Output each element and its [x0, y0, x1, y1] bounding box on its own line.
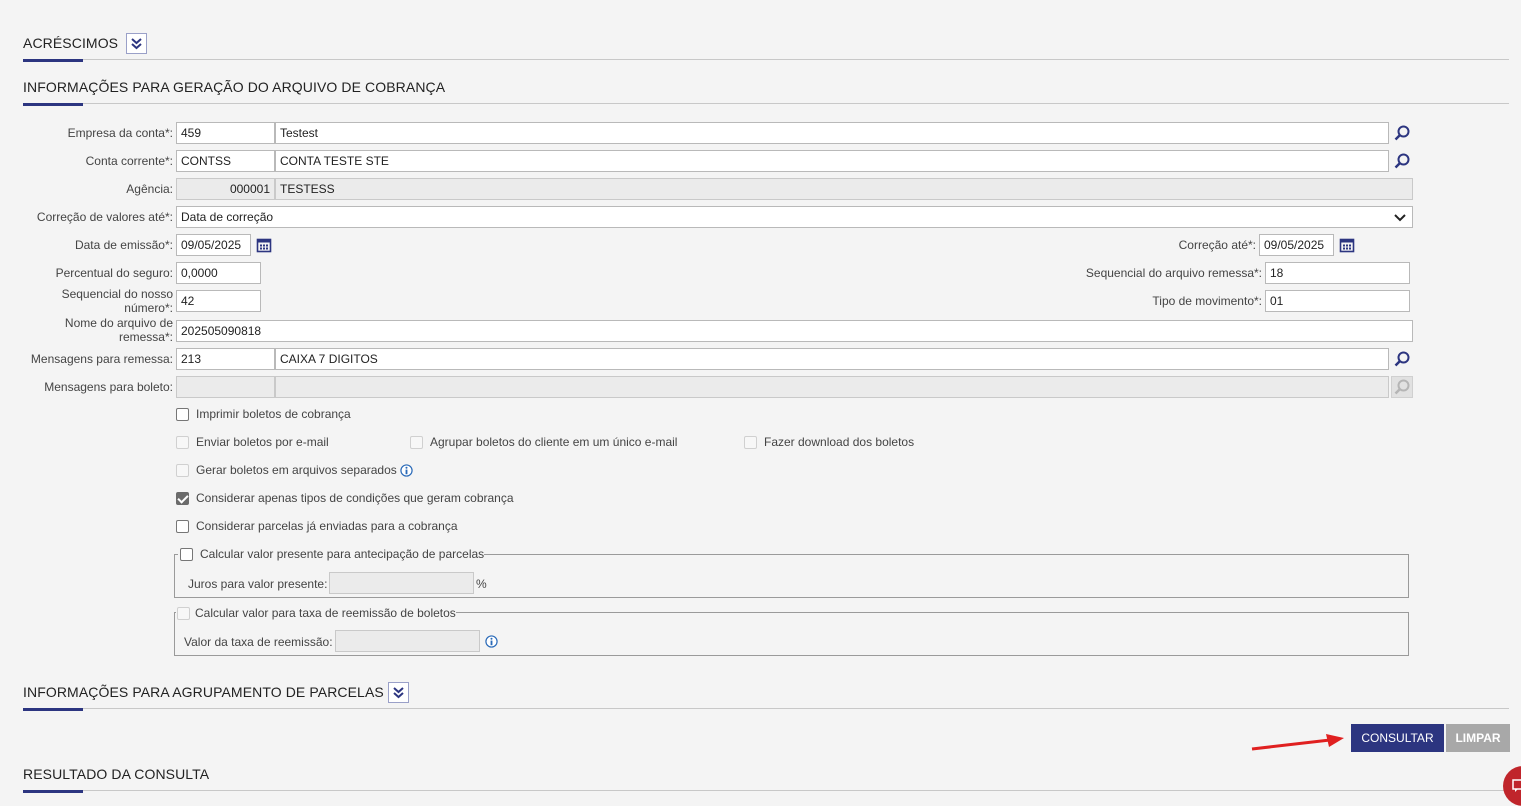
- limpar-button: LIMPAR: [1446, 724, 1510, 752]
- juros-label: Juros para valor presente:: [188, 577, 328, 591]
- valor-taxa-label: Valor da taxa de reemissão:: [184, 635, 333, 649]
- empresa-search-button[interactable]: [1391, 122, 1413, 144]
- correcao-ate-label: Correção até*:: [1178, 238, 1256, 252]
- section-divider: [23, 103, 1509, 104]
- search-icon: [1394, 153, 1410, 169]
- seq-nosso-numero-input[interactable]: 42: [176, 290, 261, 312]
- percentual-seguro-label: Percentual do seguro:: [55, 266, 173, 280]
- msg-remessa-name-input[interactable]: CAIXA 7 DIGITOS: [275, 348, 1389, 370]
- calendar-icon: [256, 238, 272, 253]
- juros-unit: %: [476, 577, 487, 591]
- data-emissao-calendar-button[interactable]: [253, 234, 275, 256]
- msg-remessa-code-input[interactable]: 213: [176, 348, 275, 370]
- expand-acrescimos-button[interactable]: [126, 33, 147, 54]
- considerar-parcelas-label: Considerar parcelas já enviadas para a c…: [196, 519, 458, 533]
- msg-boleto-name-input: [275, 376, 1389, 398]
- msg-boleto-search-button: [1391, 376, 1413, 398]
- agrupar-label: Agrupar boletos do cliente em um único e…: [430, 435, 678, 449]
- enviar-email-checkbox: [176, 436, 189, 449]
- conta-name-input[interactable]: CONTA TESTE STE: [275, 150, 1389, 172]
- correcao-valores-value: Data de correção: [181, 210, 274, 224]
- correcao-valores-label: Correção de valores até*:: [36, 210, 173, 224]
- expand-agrupamento-button[interactable]: [388, 682, 409, 703]
- section-accent: [23, 59, 83, 62]
- considerar-tipos-checkbox[interactable]: [176, 492, 189, 505]
- taxa-reemissao-legend-label: Calcular valor para taxa de reemissão de…: [195, 606, 456, 620]
- seq-nosso-numero-label-line1: Sequencial do nosso: [61, 287, 173, 301]
- floating-chat-button[interactable]: [1503, 766, 1521, 806]
- empresa-code-input[interactable]: 459: [176, 122, 275, 144]
- tipo-movimento-input[interactable]: 01: [1265, 290, 1410, 312]
- agrupar-checkbox: [410, 436, 423, 449]
- search-icon: [1394, 125, 1410, 141]
- msg-boleto-label: Mensagens para boleto:: [44, 380, 173, 394]
- juros-input: [329, 572, 474, 594]
- consultar-button[interactable]: CONSULTAR: [1351, 724, 1444, 752]
- section-title-info-geracao: INFORMAÇÕES PARA GERAÇÃO DO ARQUIVO DE C…: [23, 79, 446, 95]
- search-icon: [1394, 379, 1410, 395]
- empresa-name-input[interactable]: Testest: [275, 122, 1389, 144]
- data-emissao-input[interactable]: 09/05/2025: [176, 234, 251, 256]
- section-title-resultado: RESULTADO DA CONSULTA: [23, 766, 210, 782]
- seq-nosso-numero-label: Sequencial do nosso número*:: [20, 287, 173, 315]
- section-accent: [23, 103, 83, 106]
- agencia-label: Agência:: [126, 182, 173, 196]
- download-label: Fazer download dos boletos: [764, 435, 915, 449]
- correcao-ate-input[interactable]: 09/05/2025: [1259, 234, 1334, 256]
- correcao-ate-calendar-button[interactable]: [1336, 234, 1358, 256]
- chevron-down-icon: [1394, 214, 1406, 222]
- considerar-tipos-label: Considerar apenas tipos de condições que…: [196, 491, 514, 505]
- section-title-info-agrupamento: INFORMAÇÕES PARA AGRUPAMENTO DE PARCELAS: [23, 684, 384, 700]
- double-chevron-down-icon: [393, 687, 404, 699]
- considerar-parcelas-checkbox[interactable]: [176, 520, 189, 533]
- taxa-reemissao-checkbox: [177, 607, 190, 620]
- percentual-seguro-input[interactable]: 0,0000: [176, 262, 261, 284]
- empresa-label: Empresa da conta*:: [67, 126, 173, 140]
- section-title-acrescimos: ACRÉSCIMOS: [23, 35, 119, 51]
- section-divider: [23, 708, 1509, 709]
- download-checkbox: [744, 436, 757, 449]
- section-divider: [23, 790, 1509, 791]
- chat-icon: [1512, 779, 1521, 792]
- seq-arquivo-remessa-label: Sequencial do arquivo remessa*:: [1085, 266, 1262, 280]
- nome-arquivo-label-line2: remessa*:: [118, 330, 173, 344]
- section-divider: [23, 59, 1509, 60]
- info-icon[interactable]: [400, 464, 413, 477]
- valor-presente-legend-label: Calcular valor presente para antecipação…: [200, 547, 485, 561]
- agencia-code-input: 000001: [176, 178, 275, 200]
- agencia-name-input: TESTESS: [275, 178, 1413, 200]
- gerar-separados-checkbox: [176, 464, 189, 477]
- gerar-separados-label: Gerar boletos em arquivos separados: [196, 463, 397, 477]
- nome-arquivo-label: Nome do arquivo de remessa*:: [20, 316, 173, 344]
- seq-nosso-numero-label-line2: número*:: [124, 301, 173, 315]
- imprimir-label: Imprimir boletos de cobrança: [196, 407, 351, 421]
- enviar-email-label: Enviar boletos por e-mail: [196, 435, 329, 449]
- valor-taxa-input: [335, 630, 480, 652]
- tipo-movimento-label: Tipo de movimento*:: [1152, 294, 1262, 308]
- correcao-valores-select[interactable]: Data de correção: [176, 206, 1413, 228]
- msg-remessa-label: Mensagens para remessa:: [30, 352, 173, 366]
- nome-arquivo-input[interactable]: 202505090818: [176, 320, 1413, 342]
- conta-label: Conta corrente*:: [85, 154, 173, 168]
- double-chevron-down-icon: [131, 38, 142, 50]
- annotation-arrow-icon: [1251, 734, 1344, 751]
- msg-remessa-search-button[interactable]: [1391, 348, 1413, 370]
- msg-boleto-code-input: [176, 376, 275, 398]
- search-icon: [1394, 351, 1410, 367]
- conta-code-input[interactable]: CONTSS: [176, 150, 275, 172]
- section-accent: [23, 708, 83, 711]
- calendar-icon: [1339, 238, 1355, 253]
- data-emissao-label: Data de emissão*:: [74, 238, 173, 252]
- conta-search-button[interactable]: [1391, 150, 1413, 172]
- nome-arquivo-label-line1: Nome do arquivo de: [64, 316, 173, 330]
- imprimir-checkbox[interactable]: [176, 408, 189, 421]
- section-accent: [23, 790, 83, 793]
- seq-arquivo-remessa-input[interactable]: 18: [1265, 262, 1410, 284]
- valor-presente-checkbox[interactable]: [180, 548, 193, 561]
- info-icon[interactable]: [485, 635, 498, 648]
